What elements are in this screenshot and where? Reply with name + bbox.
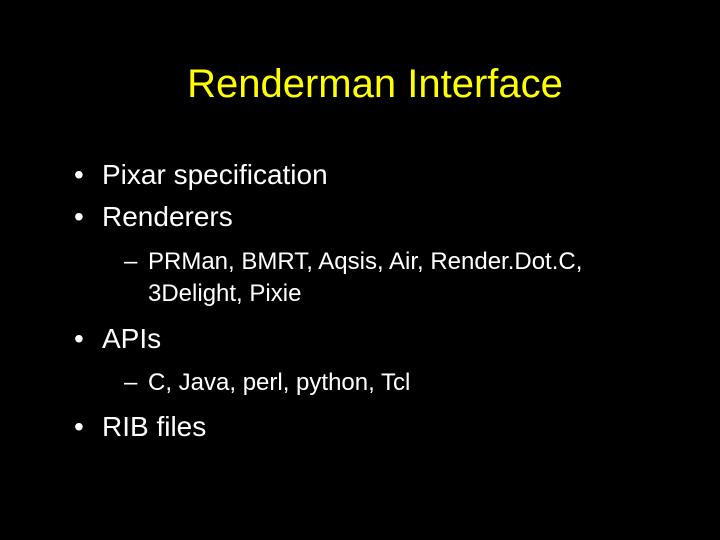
sub-bullet-text: PRMan, BMRT, Aqsis, Air, Render.Dot.C, 3… <box>148 248 582 307</box>
bullet-text: Renderers <box>102 201 233 232</box>
slide-title: Renderman Interface <box>70 62 650 107</box>
bullet-item: Renderers PRMan, BMRT, Aqsis, Air, Rende… <box>70 199 650 310</box>
sub-bullet-item: PRMan, BMRT, Aqsis, Air, Render.Dot.C, 3… <box>124 246 650 311</box>
sub-bullet-list: PRMan, BMRT, Aqsis, Air, Render.Dot.C, 3… <box>102 246 650 311</box>
sub-bullet-text: C, Java, perl, python, Tcl <box>148 369 410 396</box>
bullet-text: RIB files <box>102 411 206 442</box>
bullet-list: Pixar specification Renderers PRMan, BMR… <box>70 157 650 446</box>
bullet-item: Pixar specification <box>70 157 650 193</box>
bullet-text: Pixar specification <box>102 159 328 190</box>
bullet-text: APIs <box>102 323 161 354</box>
slide: Renderman Interface Pixar specification … <box>0 0 720 540</box>
sub-bullet-item: C, Java, perl, python, Tcl <box>124 367 650 399</box>
bullet-item: APIs C, Java, perl, python, Tcl <box>70 321 650 400</box>
bullet-item: RIB files <box>70 409 650 445</box>
slide-content: Pixar specification Renderers PRMan, BMR… <box>70 157 650 446</box>
sub-bullet-list: C, Java, perl, python, Tcl <box>102 367 650 399</box>
